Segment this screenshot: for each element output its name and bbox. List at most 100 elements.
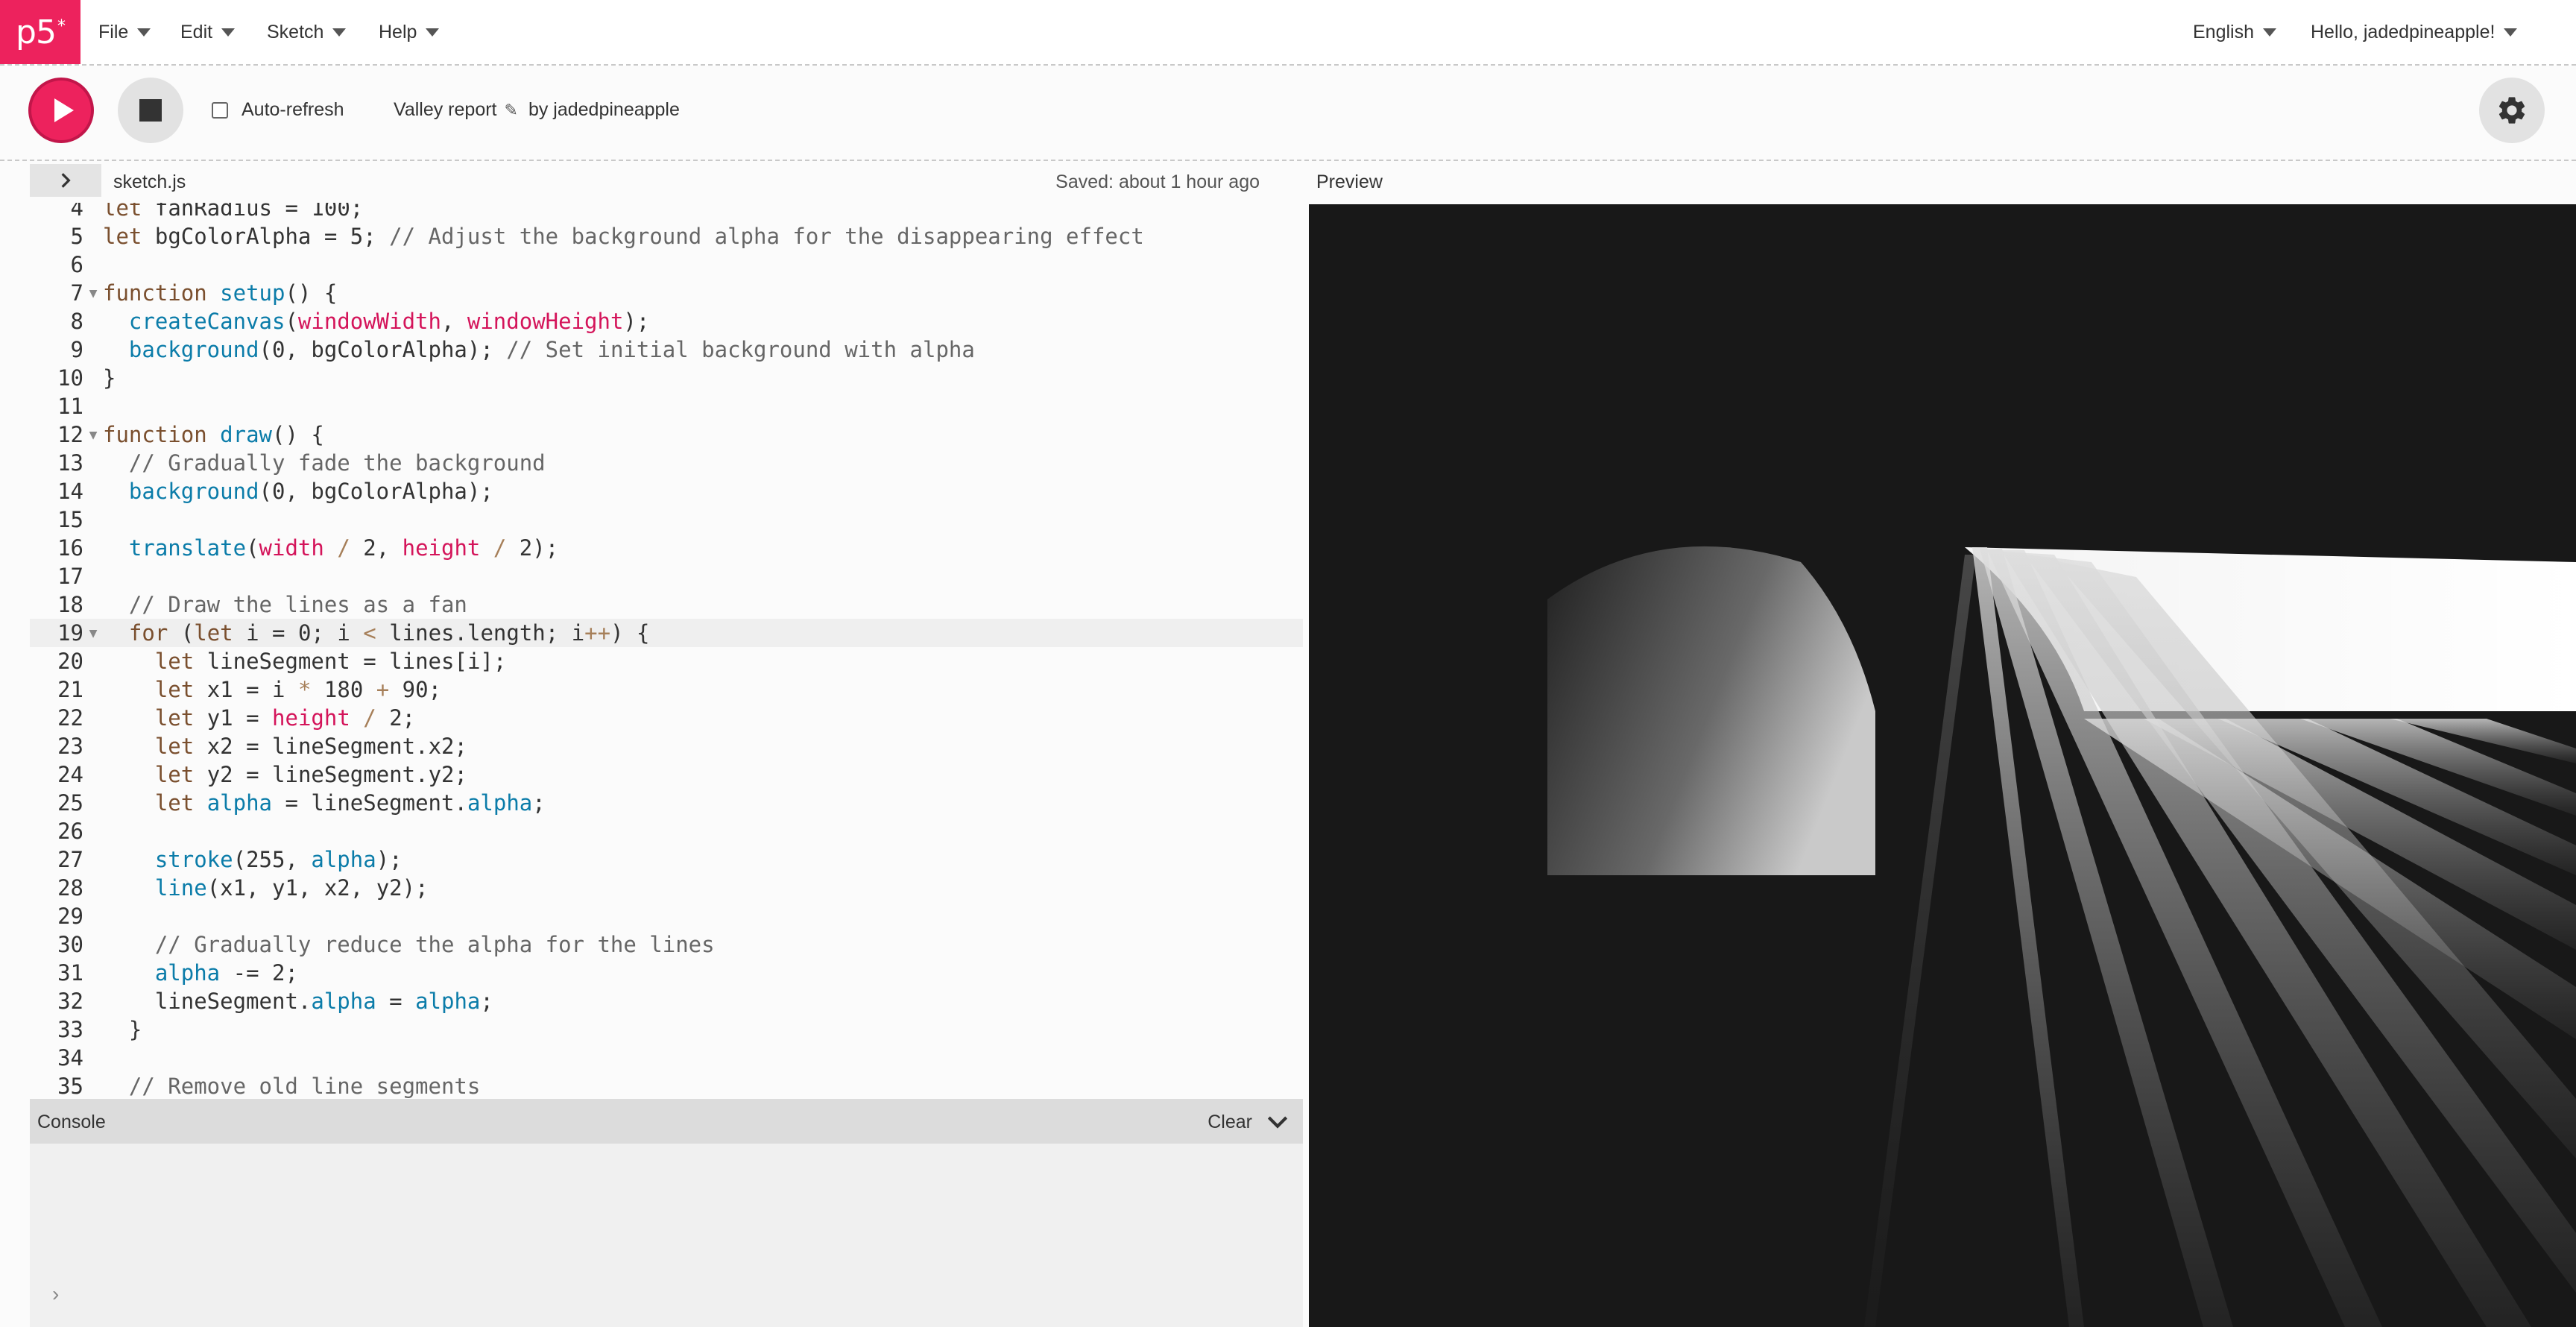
code-token: -= (233, 960, 259, 986)
code-editor[interactable]: 4 let fanRadius = 100; 5 let bgColorAlpha =… (30, 203, 1303, 1099)
code-line[interactable]: 19 ▼ for (let i = 0; i < lines.length; i+… (30, 619, 1303, 647)
menu-edit[interactable]: Edit (180, 0, 236, 64)
code-line[interactable]: 29 (30, 902, 1303, 930)
code-line[interactable]: 5 let bgColorAlpha = 5; // Adjust the bac… (30, 222, 1303, 250)
auto-refresh-label: Auto-refresh (242, 99, 344, 120)
code-line[interactable]: 14 background(0, bgColorAlpha); (30, 477, 1303, 505)
console-body[interactable]: › (30, 1144, 1303, 1327)
code-line[interactable]: 18 // Draw the lines as a fan (30, 590, 1303, 619)
auto-refresh-toggle[interactable]: Auto-refresh (212, 99, 344, 121)
code-comment: // Set initial background with alpha (506, 337, 975, 362)
code-line[interactable]: 12 ▼ function draw() { (30, 420, 1303, 449)
code-token: alpha (311, 847, 376, 872)
code-line[interactable]: 35 // Remove old line segments (30, 1072, 1303, 1099)
play-button[interactable] (28, 78, 94, 143)
code-line[interactable]: 17 (30, 562, 1303, 590)
code-line[interactable]: 25 let alpha = lineSegment.alpha; (30, 789, 1303, 817)
code-token: [ (454, 649, 467, 674)
code-line[interactable]: 23 let x2 = lineSegment.x2; (30, 732, 1303, 760)
stop-button[interactable] (118, 78, 183, 143)
code-line[interactable]: 6 (30, 250, 1303, 279)
fold-arrow-icon[interactable]: ▼ (83, 427, 103, 443)
project-name[interactable]: Valley report (394, 99, 497, 121)
fold-arrow-icon[interactable]: ▼ (83, 625, 103, 641)
code-line[interactable]: 15 (30, 505, 1303, 534)
code-token: x1 (220, 875, 247, 901)
code-token: width (259, 535, 324, 561)
code-line[interactable]: 7 ▼ function setup() { (30, 279, 1303, 307)
fold-arrow-icon[interactable]: ▼ (83, 286, 103, 301)
auto-refresh-checkbox[interactable] (212, 101, 228, 119)
project-info: Valley report ✎ by jadedpineapple (394, 99, 680, 121)
code-token: ); (402, 875, 429, 901)
code-line[interactable]: 34 (30, 1044, 1303, 1072)
code-token: translate (128, 535, 247, 561)
user-menu[interactable]: Hello, jadedpineapple! (2311, 0, 2518, 64)
code-token: let (154, 649, 195, 674)
code-token: windowWidth (297, 309, 441, 334)
code-line[interactable]: 31 alpha -= 2; (30, 959, 1303, 987)
language-select[interactable]: English (2193, 0, 2276, 64)
code-line[interactable]: 26 (30, 817, 1303, 845)
console-clear-button[interactable]: Clear (1208, 1112, 1252, 1133)
collapse-console-button[interactable] (1263, 1106, 1292, 1136)
code-line[interactable]: 8 createCanvas(windowWidth, windowHeight… (30, 307, 1303, 335)
language-label: English (2193, 21, 2254, 42)
toolbar: Auto-refresh Valley report ✎ by jadedpin… (0, 66, 2576, 161)
settings-button[interactable] (2479, 78, 2545, 143)
code-text: let x1 = i * 180 + 90; (103, 677, 441, 702)
code-token: function (103, 422, 207, 447)
code-line[interactable]: 10} (30, 364, 1303, 392)
code-line[interactable]: 27 stroke(255, alpha); (30, 845, 1303, 874)
console-prompt[interactable]: › (52, 1282, 59, 1306)
code-line[interactable]: 11 (30, 392, 1303, 420)
code-token: * (297, 677, 312, 702)
line-number: 14 (57, 479, 83, 504)
code-line[interactable]: 24 let y2 = lineSegment.y2; (30, 760, 1303, 789)
code-text: let lineSegment = lines[i]; (103, 649, 507, 674)
expand-sidebar-button[interactable] (30, 164, 101, 197)
menu-sketch[interactable]: Sketch (267, 0, 347, 64)
code-line[interactable]: 21 let x1 = i * 180 + 90; (30, 675, 1303, 704)
menu-file[interactable]: File (98, 0, 151, 64)
code-line[interactable]: 30 // Gradually reduce the alpha for the… (30, 930, 1303, 959)
code-line[interactable]: 32 lineSegment.alpha = alpha; (30, 987, 1303, 1015)
file-tab-name[interactable]: sketch.js (113, 171, 186, 193)
p5-logo[interactable]: p5 * (0, 0, 80, 64)
code-comment: // Gradually reduce the alpha for the li… (154, 932, 715, 957)
pencil-icon[interactable]: ✎ (505, 101, 518, 120)
code-text: let x2 = lineSegment.x2; (103, 734, 467, 759)
code-line[interactable]: 9 background(0, bgColorAlpha); // Set in… (30, 335, 1303, 364)
code-token: length (467, 620, 546, 646)
code-token: draw (220, 422, 272, 447)
line-number: 7 (70, 280, 83, 306)
code-line[interactable]: 33 } (30, 1015, 1303, 1044)
code-line[interactable]: 4 let fanRadius = 100; (30, 203, 1303, 222)
menu-help[interactable]: Help (379, 0, 440, 64)
code-token: y1 (206, 705, 233, 731)
preview-canvas[interactable] (1309, 204, 2576, 1327)
code-line[interactable]: 13 // Gradually fade the background (30, 449, 1303, 477)
pane-divider[interactable] (1303, 161, 1309, 1327)
chevron-right-icon (61, 173, 71, 188)
code-line[interactable]: 16 translate(width / 2, height / 2); (30, 534, 1303, 562)
code-token: stroke (154, 847, 233, 872)
project-owner[interactable]: by jadedpineapple (528, 99, 680, 121)
code-token: ; (454, 762, 467, 787)
code-token: ( (246, 535, 259, 561)
code-line[interactable]: 20 let lineSegment = lines[i]; (30, 647, 1303, 675)
caret-down-icon (137, 28, 151, 37)
code-line[interactable]: 28 line(x1, y1, x2, y2); (30, 874, 1303, 902)
line-number: 32 (57, 989, 83, 1014)
caret-down-icon (332, 28, 347, 37)
code-line[interactable]: 22 let y1 = height / 2; (30, 704, 1303, 732)
code-text: alpha -= 2; (103, 960, 298, 986)
code-text: let alpha = lineSegment.alpha; (103, 790, 546, 816)
